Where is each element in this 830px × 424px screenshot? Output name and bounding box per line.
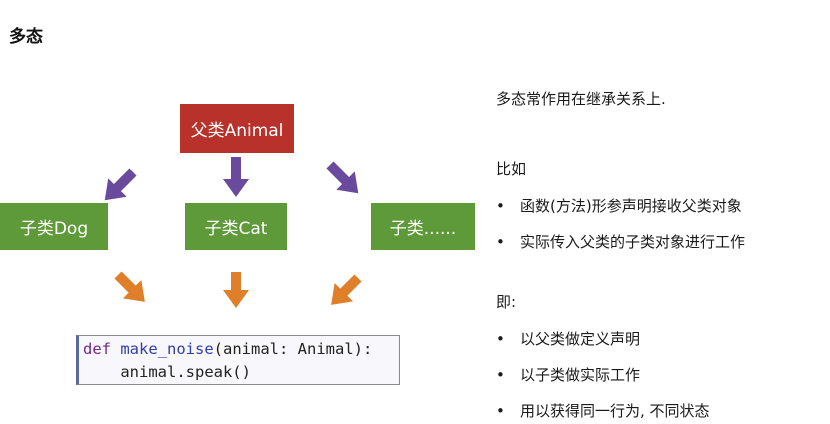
arrow-parent-to-cat [223,157,249,197]
bullet-dot: • [496,330,505,348]
example-bullet: • 函数(方法)形参声明接收父类对象 [496,195,742,216]
intro-text: 多态常作用在继承关系上. [496,90,666,108]
arrow-parent-to-other [326,161,359,194]
arrow-other-to-code [331,274,362,305]
parent-class-box: 父类Animal [180,104,294,153]
ie-bullet: • 用以获得同一行为, 不同状态 [496,400,710,421]
arrow-dog-to-code [114,271,145,302]
bullet-dot: • [496,233,505,251]
ie-bullet: • 以父类做定义声明 [496,328,640,349]
bullet-dot: • [496,366,505,384]
example-heading: 比如 [496,160,527,178]
bullet-dot: • [496,402,505,420]
bullet-dot: • [496,197,505,215]
code-block: def make_noise(animal: Animal): animal.s… [76,335,400,385]
code-body-line: animal.speak() [83,363,251,381]
bullet-text: 函数(方法)形参声明接收父类对象 [520,197,742,215]
code-signature: (animal: Animal): [213,340,373,358]
bullet-text: 以父类做定义声明 [520,330,641,348]
child-class-box-other: 子类...... [371,203,475,250]
child-class-box-cat: 子类Cat [185,203,287,250]
code-function-name: make_noise [120,340,214,358]
code-keyword: def [83,340,111,358]
ie-heading: 即: [496,293,517,311]
bullet-text: 用以获得同一行为, 不同状态 [520,402,710,420]
example-bullet: • 实际传入父类的子类对象进行工作 [496,231,745,252]
arrow-cat-to-code [223,272,249,308]
bullet-text: 实际传入父类的子类对象进行工作 [520,233,746,251]
bullet-text: 以子类做实际工作 [520,366,641,384]
child-class-box-dog: 子类Dog [0,203,108,250]
ie-bullet: • 以子类做实际工作 [496,364,640,385]
